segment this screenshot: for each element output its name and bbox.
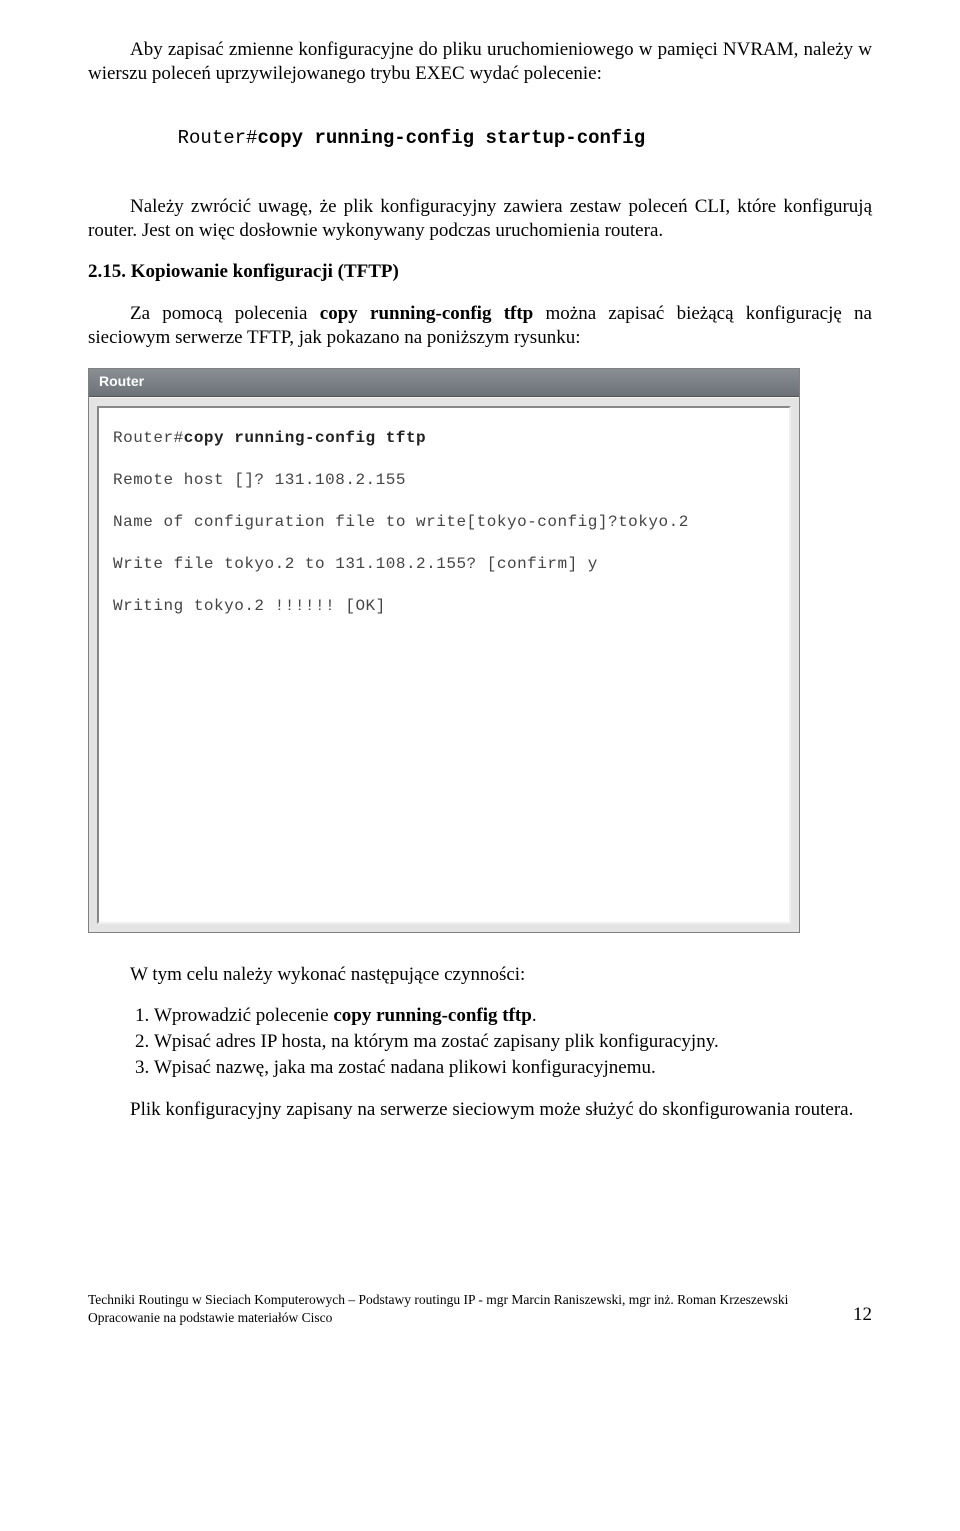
command-inline: copy running-config tftp [320, 303, 533, 324]
terminal-title: Router [99, 373, 144, 389]
section-heading: 2.15. Kopiowanie konfiguracji (TFTP) [88, 260, 872, 284]
terminal-line: Writing tokyo.2 !!!!!! [OK] [113, 596, 775, 616]
terminal-titlebar: Router [89, 369, 799, 397]
paragraph-intro: Aby zapisać zmienne konfiguracyjne do pl… [88, 38, 872, 86]
list-item: Wpisać adres IP hosta, na którym ma zost… [154, 1030, 872, 1054]
list-item: Wprowadzić polecenie copy running-config… [154, 1004, 872, 1028]
command-inline: copy running-config tftp [333, 1005, 531, 1026]
footer-line: Techniki Routingu w Sieciach Komputerowy… [88, 1291, 788, 1309]
paragraph-note: Należy zwrócić uwagę, że plik konfigurac… [88, 195, 872, 243]
command-text: copy running-config startup-config [257, 127, 645, 149]
terminal-content: Router#copy running-config tftp Remote h… [97, 406, 791, 924]
text-run: Wprowadzić polecenie [154, 1005, 333, 1026]
terminal-frame: Router#copy running-config tftp Remote h… [89, 397, 799, 932]
page-footer: Techniki Routingu w Sieciach Komputerowy… [88, 1291, 872, 1326]
page-number: 12 [853, 1303, 872, 1327]
terminal-line: Name of configuration file to write[toky… [113, 512, 775, 532]
text-run: Za pomocą polecenia [130, 303, 320, 324]
terminal-line: Remote host []? 131.108.2.155 [113, 470, 775, 490]
command-prompt: Router# [178, 127, 258, 149]
command-line-1: Router#copy running-config startup-confi… [132, 104, 872, 175]
text-run: . [532, 1005, 537, 1026]
steps-list: Wprowadzić polecenie copy running-config… [132, 1004, 872, 1079]
footer-line: Opracowanie na podstawie materiałów Cisc… [88, 1309, 788, 1327]
footer-text: Techniki Routingu w Sieciach Komputerowy… [88, 1291, 788, 1326]
document-page: Aby zapisać zmienne konfiguracyjne do pl… [0, 0, 960, 1356]
terminal-window: Router Router#copy running-config tftp R… [88, 368, 800, 933]
list-item: Wpisać nazwę, jaka ma zostać nadana plik… [154, 1056, 872, 1080]
terminal-line: Router#copy running-config tftp [113, 428, 775, 448]
terminal-line: Write file tokyo.2 to 131.108.2.155? [co… [113, 554, 775, 574]
paragraph-steps-intro: W tym celu należy wykonać następujące cz… [88, 963, 872, 987]
paragraph-closing: Plik konfiguracyjny zapisany na serwerze… [88, 1098, 872, 1122]
terminal-prompt: Router# [113, 429, 184, 447]
terminal-command: copy running-config tftp [184, 429, 426, 447]
paragraph-tftp: Za pomocą polecenia copy running-config … [88, 302, 872, 350]
